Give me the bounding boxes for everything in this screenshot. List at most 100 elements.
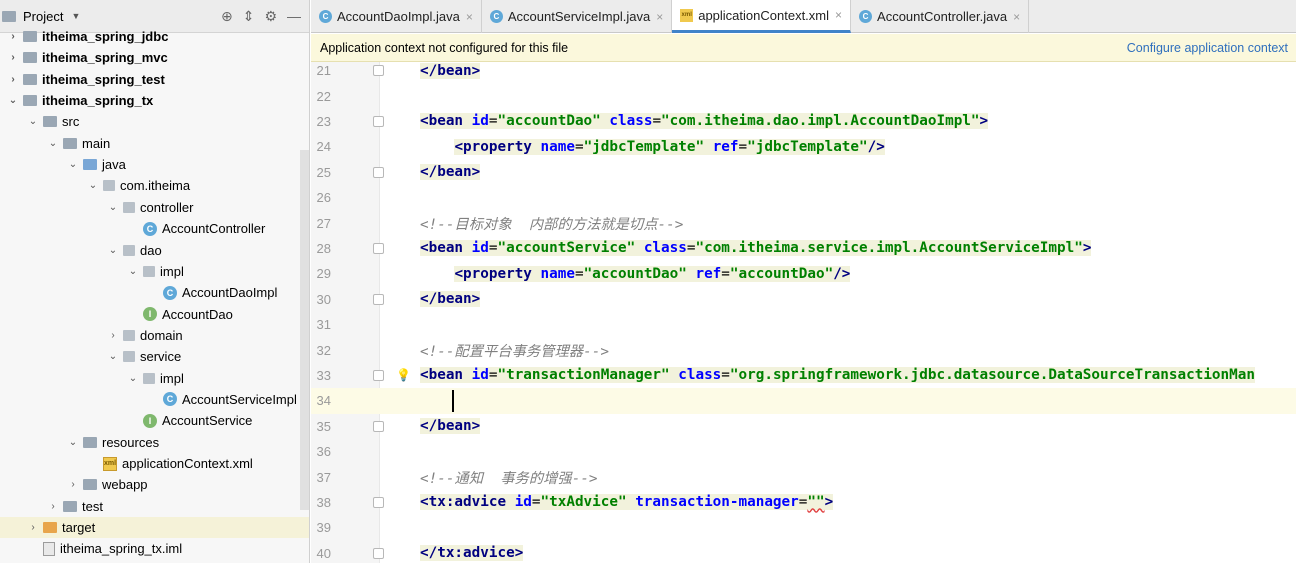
collapse-all-icon[interactable]: ⇕ xyxy=(243,8,255,25)
close-icon[interactable]: × xyxy=(1013,10,1020,24)
tree-item[interactable]: › itheima_spring_test xyxy=(0,69,300,90)
code-line[interactable]: 25 </bean> xyxy=(311,160,1296,185)
chevron-right-icon[interactable]: › xyxy=(46,501,60,512)
code-line[interactable]: 40 </tx:advice> xyxy=(311,541,1296,563)
tree-item[interactable]: ⌄ impl xyxy=(0,368,300,389)
code-line[interactable]: 34 xyxy=(311,388,1296,414)
code-text: <bean id="accountDao" class="com.itheima… xyxy=(420,113,989,130)
chevron-down-icon[interactable]: ⌄ xyxy=(6,95,20,106)
chevron-down-icon[interactable]: ⌄ xyxy=(26,116,40,127)
chevron-down-icon[interactable]: ⌄ xyxy=(126,266,140,277)
tree-item[interactable]: I AccountDao xyxy=(0,304,300,325)
tree-item[interactable]: ⌄ impl xyxy=(0,261,300,282)
code-line[interactable]: 23 <bean id="accountDao" class="com.ithei… xyxy=(311,109,1296,134)
close-icon[interactable]: × xyxy=(466,10,473,24)
code-line[interactable]: 30 </bean> xyxy=(311,287,1296,312)
tree-item[interactable]: › target xyxy=(0,517,309,539)
tree-item[interactable]: ⌄ com.itheima xyxy=(0,175,300,196)
code-line[interactable]: 39 xyxy=(311,515,1296,540)
tree-item[interactable]: ⌄ itheima_spring_tx xyxy=(0,90,300,111)
fold-marker-icon[interactable] xyxy=(373,65,384,77)
project-panel-title[interactable]: Project xyxy=(23,9,63,24)
tree-item[interactable]: C AccountServiceImpl xyxy=(0,389,300,410)
editor-tab[interactable]: xml applicationContext.xml × xyxy=(672,0,852,33)
chevron-down-icon[interactable]: ⌄ xyxy=(106,351,120,362)
tree-item[interactable]: › itheima_spring_mvc xyxy=(0,47,300,68)
target-folder-icon xyxy=(43,522,57,534)
chevron-right-icon[interactable]: › xyxy=(6,52,20,63)
editor-tab[interactable]: C AccountDaoImpl.java × xyxy=(311,0,482,33)
fold-marker-icon[interactable] xyxy=(373,166,384,178)
tree-item[interactable]: ⌄ dao xyxy=(0,240,300,261)
chevron-down-icon[interactable]: ▼ xyxy=(71,11,80,21)
chevron-right-icon[interactable]: › xyxy=(106,330,120,341)
tree-item-label: src xyxy=(62,114,80,130)
line-number: 32 xyxy=(316,342,331,358)
code-line[interactable]: 38 <tx:advice id="txAdvice" transaction-m… xyxy=(311,490,1296,515)
chevron-down-icon[interactable]: ⌄ xyxy=(66,437,80,448)
fold-marker-icon[interactable] xyxy=(373,547,384,559)
fold-marker-icon[interactable] xyxy=(373,496,384,508)
code-line[interactable]: 27 <!--目标对象 内部的方法就是切点--> xyxy=(311,210,1296,235)
tree-item[interactable]: ⌄ src xyxy=(0,111,300,132)
tree-item[interactable]: C AccountDaoImpl xyxy=(0,282,300,303)
code-line[interactable]: 32 <!--配置平台事务管理器--> xyxy=(311,337,1296,362)
close-icon[interactable]: × xyxy=(656,10,663,24)
locate-icon[interactable]: ⊕ xyxy=(221,8,233,25)
tree-item[interactable]: ⌄ java xyxy=(0,154,300,175)
code-line[interactable]: 33 💡 <bean id="transactionManager" class="… xyxy=(311,363,1296,388)
tree-item[interactable]: xml applicationContext.xml xyxy=(0,453,300,474)
code-text: <!--目标对象 内部的方法就是切点--> xyxy=(420,216,684,233)
chevron-right-icon[interactable]: › xyxy=(26,522,40,533)
package-icon xyxy=(103,180,115,192)
code-line[interactable]: 35 </bean> xyxy=(311,414,1296,439)
tab-label: AccountDaoImpl.java xyxy=(337,9,460,24)
tree-item[interactable]: ⌄ controller xyxy=(0,197,300,218)
code-line[interactable]: 28 <bean id="accountService" class="com.i… xyxy=(311,236,1296,261)
fold-marker-icon[interactable] xyxy=(373,420,384,432)
chevron-right-icon[interactable]: › xyxy=(66,479,80,490)
tree-item-label: AccountController xyxy=(162,221,266,237)
code-editor[interactable]: 21 </bean> 22 23 <bean id="accountDao" class… xyxy=(311,62,1296,563)
lightbulb-icon[interactable]: 💡 xyxy=(396,368,411,382)
hide-icon[interactable]: — xyxy=(287,8,301,25)
chevron-right-icon[interactable]: › xyxy=(6,31,20,42)
code-line[interactable]: 21 </bean> xyxy=(311,62,1296,83)
banner-message: Application context not configured for t… xyxy=(320,40,569,55)
chevron-right-icon[interactable]: › xyxy=(6,74,20,85)
chevron-down-icon[interactable]: ⌄ xyxy=(46,138,60,149)
code-line[interactable]: 36 xyxy=(311,439,1296,464)
tree-scrollbar[interactable] xyxy=(300,150,309,510)
chevron-down-icon[interactable]: ⌄ xyxy=(106,202,120,213)
fold-marker-icon[interactable] xyxy=(373,369,384,381)
tree-item[interactable]: C AccountController xyxy=(0,218,300,239)
tree-item-label: AccountService xyxy=(162,413,253,429)
editor-tab[interactable]: C AccountServiceImpl.java × xyxy=(482,0,673,33)
gear-icon[interactable]: ⚙ xyxy=(264,8,277,25)
code-line[interactable]: 22 xyxy=(311,83,1296,108)
chevron-down-icon[interactable]: ⌄ xyxy=(126,373,140,384)
code-line[interactable]: 29 <property name="accountDao" ref="acco… xyxy=(311,261,1296,286)
tree-item[interactable]: › webapp xyxy=(0,474,300,495)
tree-item[interactable]: ⌄ service xyxy=(0,346,300,367)
code-line[interactable]: 24 <property name="jdbcTemplate" ref="jd… xyxy=(311,134,1296,159)
chevron-down-icon[interactable]: ⌄ xyxy=(66,159,80,170)
close-icon[interactable]: × xyxy=(835,8,842,22)
tree-item[interactable]: › domain xyxy=(0,325,300,346)
tree-item[interactable]: › itheima_spring_jdbc xyxy=(0,26,300,47)
code-line[interactable]: 31 xyxy=(311,312,1296,337)
configure-context-link[interactable]: Configure application context xyxy=(1127,41,1288,55)
chevron-down-icon[interactable]: ⌄ xyxy=(106,245,120,256)
fold-marker-icon[interactable] xyxy=(373,242,384,254)
tree-item[interactable]: ⌄ main xyxy=(0,133,300,154)
editor-tab[interactable]: C AccountController.java × xyxy=(851,0,1030,33)
fold-marker-icon[interactable] xyxy=(373,115,384,127)
fold-marker-icon[interactable] xyxy=(373,293,384,305)
code-line[interactable]: 26 xyxy=(311,185,1296,210)
tree-item[interactable]: ⌄ resources xyxy=(0,432,300,453)
tree-item[interactable]: › test xyxy=(0,496,300,517)
code-line[interactable]: 37 <!--通知 事务的增强--> xyxy=(311,464,1296,489)
chevron-down-icon[interactable]: ⌄ xyxy=(86,180,100,191)
tree-item[interactable]: I AccountService xyxy=(0,410,300,431)
tree-item[interactable]: itheima_spring_tx.iml xyxy=(0,538,300,559)
